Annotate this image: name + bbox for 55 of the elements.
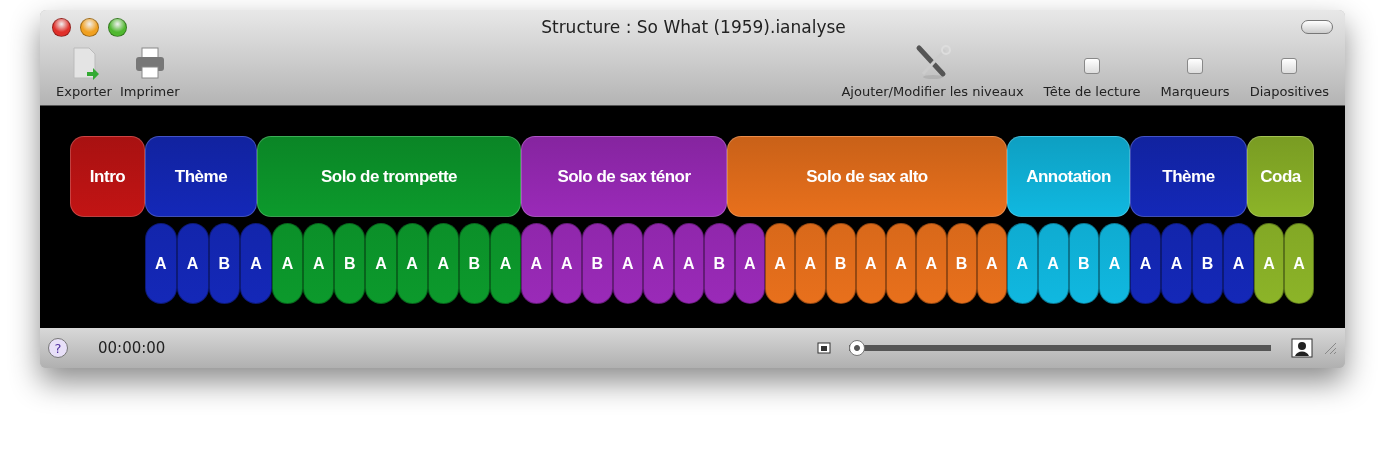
subsection-block[interactable]: A [145,223,177,304]
section-block[interactable]: Solo de sax alto [727,136,1007,217]
subsection-block[interactable]: B [946,223,977,304]
section-block[interactable]: Solo de trompette [257,136,521,217]
subsection-block[interactable]: A [176,223,209,304]
subsection-block[interactable]: A [1223,223,1254,304]
subsection-block[interactable]: A [765,223,796,304]
subsection-block[interactable]: A [1161,223,1192,304]
subsection-block[interactable]: A [976,223,1007,304]
subsection-block[interactable]: A [396,223,428,304]
close-button[interactable] [52,17,71,37]
subsection-block[interactable]: A [272,223,304,304]
toggle-checkbox[interactable]: Diapositives [1245,50,1333,99]
toolbar-toggle-button[interactable] [1301,20,1333,34]
subsection-block[interactable]: A [673,223,704,304]
subsection-block[interactable]: A [365,223,397,304]
subsection-block[interactable]: A [734,223,765,304]
subsection-block[interactable]: A [886,223,917,304]
subsection-block[interactable]: A [1130,223,1161,304]
slider-thumb[interactable] [849,340,865,356]
section-block[interactable]: Intro [70,136,145,217]
window-title: Structure : So What (1959).ianalyse [540,17,847,37]
levels-button[interactable]: Ajouter/Modifier les niveaux [837,44,1028,99]
print-button[interactable]: Imprimer [115,46,184,99]
subsection-block[interactable]: A [303,223,335,304]
time-display: 00:00:00 [98,339,166,357]
subsection-block[interactable]: A [427,223,459,304]
large-image-icon [1291,338,1313,358]
subsection-block[interactable]: A [643,223,674,304]
subsection-block[interactable]: B [704,223,735,304]
subsection-block[interactable]: A [916,223,947,304]
subsection-block[interactable]: A [612,223,643,304]
minimize-button[interactable] [80,17,99,37]
section-block[interactable]: Thème [145,136,257,217]
zoom-button[interactable] [108,17,127,37]
subsection-block[interactable]: A [489,223,521,304]
subsection-block[interactable]: A [551,223,582,304]
subsection-block[interactable]: B [825,223,856,304]
subsection-block[interactable]: B [208,223,241,304]
toggle-checkbox[interactable]: Tête de lecture [1039,50,1145,99]
help-button[interactable]: ? [48,338,68,358]
subsection-block[interactable]: A [795,223,826,304]
subsection-block[interactable]: B [1192,223,1223,304]
subsection-block[interactable]: B [582,223,613,304]
export-button[interactable]: Exporter [52,46,116,99]
toggle-checkbox[interactable]: Marqueurs [1156,50,1234,99]
section-block[interactable]: Solo de sax ténor [521,136,727,217]
subsection-block[interactable]: B [334,223,366,304]
subsection-block[interactable]: A [855,223,886,304]
resize-grip-icon [1323,341,1337,355]
section-block[interactable]: Thème [1130,136,1247,217]
small-image-icon [817,342,831,354]
subsection-block[interactable]: A [240,223,272,304]
subsection-block[interactable]: B [458,223,490,304]
subsection-block[interactable]: A [521,223,552,304]
